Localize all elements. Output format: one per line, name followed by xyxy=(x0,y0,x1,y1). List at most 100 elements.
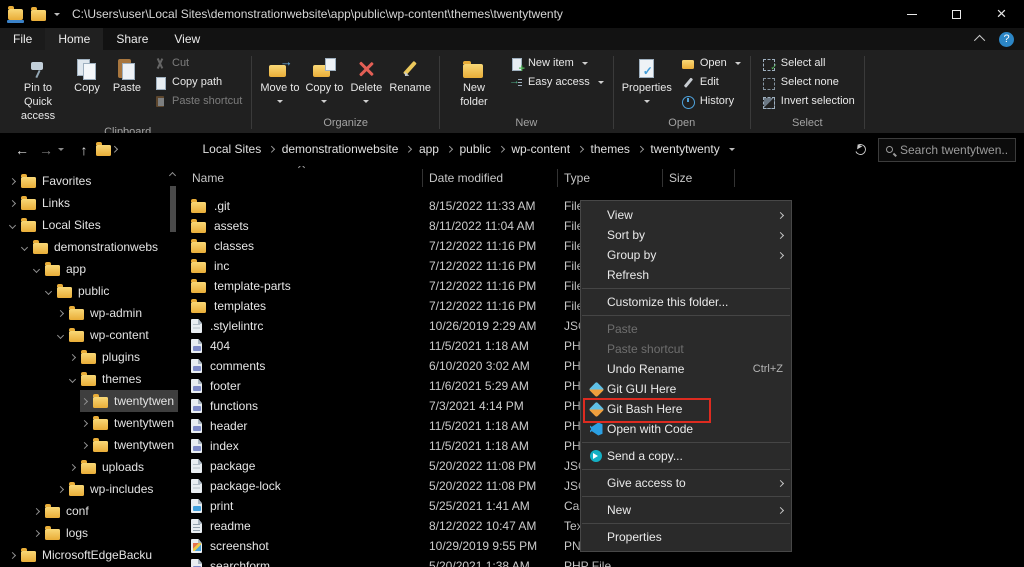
sidebar-item-public[interactable]: public xyxy=(0,280,178,302)
file-row-searchform[interactable]: searchform5/20/2021 1:38 AMPHP File xyxy=(186,556,1024,567)
menu-item-open-with-code[interactable]: Open with Code xyxy=(581,419,791,439)
sidebar-item-demonstrationwebs[interactable]: demonstrationwebs xyxy=(0,236,178,258)
ribbon-group-organize: Move toCopy toDeleteRenameOrganize xyxy=(252,52,439,133)
sidebar-item-links[interactable]: Links xyxy=(0,192,178,214)
sidebar-item-wp-includes[interactable]: wp-includes xyxy=(0,478,178,500)
file-name: package xyxy=(210,459,255,473)
menu-item-sort-by[interactable]: Sort by xyxy=(581,225,791,245)
sidebar-item-microsoftedgebacku[interactable]: MicrosoftEdgeBacku xyxy=(0,544,178,566)
file-date: 10/29/2019 9:55 PM xyxy=(423,539,558,553)
column-header-name[interactable]: Name xyxy=(186,169,423,187)
file-name: footer xyxy=(210,379,241,393)
new-folder-button[interactable]: New folder xyxy=(445,54,503,112)
column-header-size[interactable]: Size xyxy=(663,169,735,187)
chevron-down-icon xyxy=(277,100,283,106)
sidebar-item-twentytwen[interactable]: twentytwen xyxy=(0,390,178,412)
refresh-button[interactable] xyxy=(853,142,867,156)
rename-label: Rename xyxy=(389,82,431,96)
maximize-button[interactable] xyxy=(934,0,979,28)
breadcrumb-segment-demonstrationwebsite[interactable]: demonstrationwebsite xyxy=(275,133,406,166)
sidebar-item-themes[interactable]: themes xyxy=(0,368,178,390)
sidebar-item-label: Local Sites xyxy=(42,218,101,232)
scroll-up-icon[interactable] xyxy=(169,172,176,179)
tab-file[interactable]: File xyxy=(0,28,45,50)
menu-item-send-a-copy[interactable]: Send a copy... xyxy=(581,446,791,466)
sidebar-item-wp-content[interactable]: wp-content xyxy=(0,324,178,346)
column-header-date-modified[interactable]: Date modified xyxy=(423,169,558,187)
copy-button[interactable]: Copy xyxy=(67,54,107,98)
back-button[interactable] xyxy=(10,142,34,158)
search-box[interactable] xyxy=(878,138,1016,162)
sidebar-scrollbar[interactable] xyxy=(167,166,178,567)
minimize-button[interactable] xyxy=(889,0,934,28)
sidebar-item-plugins[interactable]: plugins xyxy=(0,346,178,368)
delete-button[interactable]: Delete xyxy=(346,54,386,107)
easy-access-button[interactable]: Easy access xyxy=(505,73,608,92)
tab-share[interactable]: Share xyxy=(103,28,161,50)
help-icon[interactable] xyxy=(999,32,1014,47)
up-button[interactable] xyxy=(72,142,96,158)
file-name: header xyxy=(210,419,247,433)
open-button[interactable]: Open xyxy=(677,54,745,73)
invert-selection-button[interactable]: Invert selection xyxy=(758,92,859,111)
file-name: templates xyxy=(214,299,266,313)
copy-path-icon xyxy=(153,76,167,90)
sidebar-item-app[interactable]: app xyxy=(0,258,178,280)
sidebar-item-conf[interactable]: conf xyxy=(0,500,178,522)
edit-button[interactable]: Edit xyxy=(677,73,745,92)
breadcrumb-segment-app[interactable]: app xyxy=(412,133,446,166)
breadcrumb-segment-twentytwenty[interactable]: twentytwenty xyxy=(643,133,726,166)
rename-button[interactable]: Rename xyxy=(386,54,434,98)
menu-item-properties[interactable]: Properties xyxy=(581,527,791,547)
breadcrumb-chevron-down-icon[interactable] xyxy=(729,148,735,154)
menu-item-view[interactable]: View xyxy=(581,205,791,225)
menu-item-refresh[interactable]: Refresh xyxy=(581,265,791,285)
close-button[interactable] xyxy=(979,0,1024,28)
forward-button[interactable] xyxy=(34,142,58,158)
breadcrumb-segment-themes[interactable]: themes xyxy=(584,133,637,166)
menu-item-git-gui-here[interactable]: Git GUI Here xyxy=(581,379,791,399)
ribbon-collapse-icon[interactable] xyxy=(974,35,985,46)
pin-to-quick-access-button[interactable]: Pin to Quick access xyxy=(9,54,67,125)
select-none-button[interactable]: Select none xyxy=(758,73,859,92)
breadcrumb-segment-local-sites[interactable]: Local Sites xyxy=(196,133,269,166)
menu-item-undo-rename[interactable]: Undo RenameCtrl+Z xyxy=(581,359,791,379)
recent-locations-chevron-icon[interactable] xyxy=(58,148,64,154)
menu-item-customize-this-folder[interactable]: Customize this folder... xyxy=(581,292,791,312)
menu-item-group-by[interactable]: Group by xyxy=(581,245,791,265)
sidebar-item-favorites[interactable]: Favorites xyxy=(0,170,178,192)
tab-view[interactable]: View xyxy=(161,28,213,50)
sidebar-item-label: logs xyxy=(66,526,88,540)
select-none-icon xyxy=(762,76,776,90)
copy-to-button[interactable]: Copy to xyxy=(302,54,346,107)
properties-button[interactable]: Properties xyxy=(619,54,675,107)
quick-access-chevron-icon[interactable] xyxy=(54,13,60,19)
menu-item-give-access-to[interactable]: Give access to xyxy=(581,473,791,493)
sidebar-item-twentytwen[interactable]: twentytwen xyxy=(0,412,178,434)
tab-home[interactable]: Home xyxy=(45,28,103,50)
sidebar-item-local-sites[interactable]: Local Sites xyxy=(0,214,178,236)
breadcrumb-segment-public[interactable]: public xyxy=(452,133,497,166)
breadcrumb-segment-wp-content[interactable]: wp-content xyxy=(504,133,577,166)
file-date: 11/5/2021 1:18 AM xyxy=(423,339,558,353)
search-input[interactable] xyxy=(900,143,1008,157)
new-item-button[interactable]: New item xyxy=(505,54,608,73)
sidebar-item-twentytwen[interactable]: twentytwen xyxy=(0,434,178,456)
ribbon-group-select: Select allSelect noneInvert selectionSel… xyxy=(751,52,864,133)
copy-path-button[interactable]: Copy path xyxy=(149,73,246,92)
menu-item-label: Group by xyxy=(605,248,778,262)
select-all-button[interactable]: Select all xyxy=(758,54,859,73)
history-button[interactable]: History xyxy=(677,92,745,111)
chevron-down-icon xyxy=(598,81,604,87)
paste-button[interactable]: Paste xyxy=(107,54,147,98)
move-to-button[interactable]: Move to xyxy=(257,54,302,107)
scrollbar-thumb[interactable] xyxy=(170,186,176,232)
column-header-type[interactable]: Type xyxy=(558,169,663,187)
menu-item-git-bash-here[interactable]: Git Bash Here xyxy=(581,399,791,419)
sidebar-item-logs[interactable]: logs xyxy=(0,522,178,544)
file-date: 11/5/2021 1:18 AM xyxy=(423,439,558,453)
quick-access-folder-icon[interactable] xyxy=(31,10,46,21)
menu-item-new[interactable]: New xyxy=(581,500,791,520)
sidebar-item-uploads[interactable]: uploads xyxy=(0,456,178,478)
sidebar-item-wp-admin[interactable]: wp-admin xyxy=(0,302,178,324)
